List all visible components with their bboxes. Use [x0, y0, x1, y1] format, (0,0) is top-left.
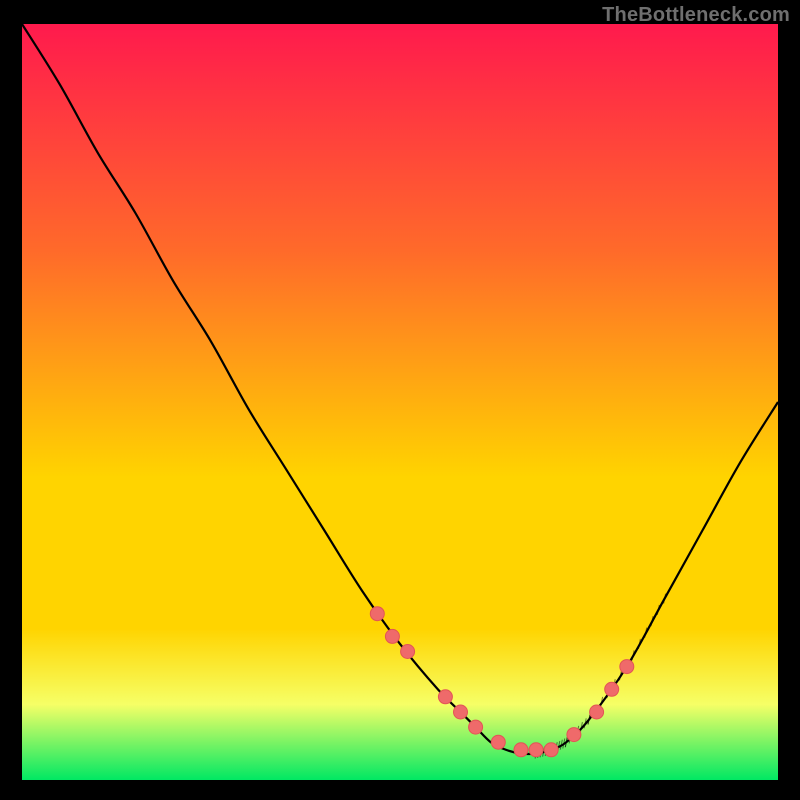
marker-point [370, 607, 384, 621]
marker-point [401, 645, 415, 659]
marker-point [567, 728, 581, 742]
chart-stage: TheBottleneck.com [0, 0, 800, 800]
marker-point [529, 743, 543, 757]
marker-point [620, 660, 634, 674]
marker-point [491, 735, 505, 749]
marker-point [544, 743, 558, 757]
marker-point [590, 705, 604, 719]
plot-area [22, 24, 778, 780]
bottleneck-plot [22, 24, 778, 780]
marker-point [454, 705, 468, 719]
marker-point [385, 629, 399, 643]
marker-point [514, 743, 528, 757]
marker-point [605, 682, 619, 696]
watermark-label: TheBottleneck.com [602, 4, 790, 27]
gradient-background [22, 24, 778, 780]
marker-point [469, 720, 483, 734]
marker-point [438, 690, 452, 704]
